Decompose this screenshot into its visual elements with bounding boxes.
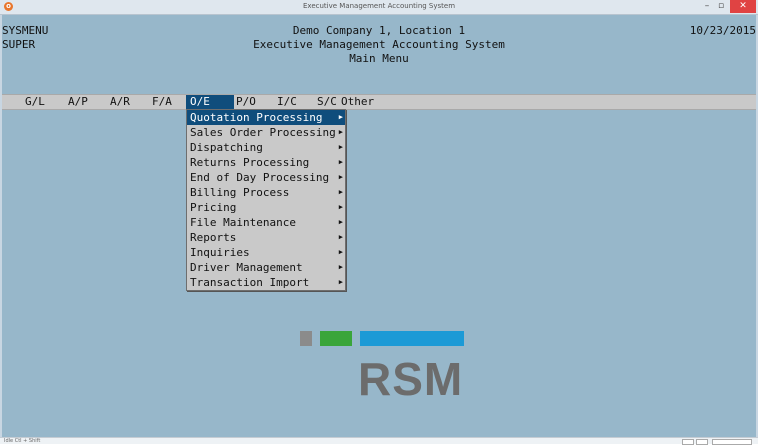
menu-item-file-maintenance[interactable]: File Maintenance ▶ — [187, 215, 345, 230]
menu-ap[interactable]: A/P — [64, 95, 92, 109]
submenu-arrow-icon: ▶ — [338, 248, 343, 256]
menu-item-label: Driver Management — [190, 261, 303, 274]
submenu-arrow-icon: ▶ — [338, 278, 343, 286]
menu-item-transaction-import[interactable]: Transaction Import ▶ — [187, 275, 345, 290]
submenu-arrow-icon: ▶ — [338, 173, 343, 181]
submenu-arrow-icon: ▶ — [338, 218, 343, 226]
menu-item-pricing[interactable]: Pricing ▶ — [187, 200, 345, 215]
logo-wordmark: RSM — [358, 353, 464, 405]
menu-other[interactable]: Other — [337, 95, 378, 109]
menu-title: Main Menu — [349, 52, 409, 65]
menu-ar[interactable]: A/R — [106, 95, 134, 109]
window-title: Executive Management Accounting System — [302, 2, 456, 10]
minimize-button[interactable]: – — [700, 0, 714, 13]
menu-item-inquiries[interactable]: Inquiries ▶ — [187, 245, 345, 260]
logo-blue-block — [360, 331, 464, 346]
status-text: Idle Ctl + Shift — [4, 438, 41, 444]
submenu-arrow-icon: ▶ — [338, 158, 343, 166]
menu-item-label: Pricing — [190, 201, 237, 214]
logo-green-block — [320, 331, 352, 346]
menu-item-end-of-day-processing[interactable]: End of Day Processing ▶ — [187, 170, 345, 185]
menu-po[interactable]: P/O — [232, 95, 260, 109]
menu-item-dispatching[interactable]: Dispatching ▶ — [187, 140, 345, 155]
menu-item-label: File Maintenance — [190, 216, 296, 229]
close-button[interactable]: ✕ — [730, 0, 756, 13]
oe-dropdown-menu: Quotation Processing ▶ Sales Order Proces… — [186, 109, 346, 291]
menu-item-returns-processing[interactable]: Returns Processing ▶ — [187, 155, 345, 170]
rsm-logo: RSM — [300, 330, 470, 410]
menu-item-quotation-processing[interactable]: Quotation Processing ▶ — [187, 110, 345, 125]
maximize-button[interactable]: ▫ — [714, 0, 728, 13]
app-window: o Executive Management Accounting System… — [0, 0, 758, 445]
menu-oe[interactable]: O/E — [186, 95, 234, 109]
submenu-arrow-icon: ▶ — [338, 233, 343, 241]
title-bar: o Executive Management Accounting System… — [0, 0, 758, 15]
system-name: Executive Management Accounting System — [253, 38, 505, 51]
menu-item-label: Billing Process — [190, 186, 290, 199]
menu-ic[interactable]: I/C — [273, 95, 301, 109]
menu-item-sales-order-processing[interactable]: Sales Order Processing ▶ — [187, 125, 345, 140]
submenu-arrow-icon: ▶ — [338, 143, 343, 151]
menu-item-label: Inquiries — [190, 246, 250, 259]
terminal-area: SYSMENU SUPER Demo Company 1, Location 1… — [2, 15, 756, 441]
menu-item-billing-process[interactable]: Billing Process ▶ — [187, 185, 345, 200]
menu-item-label: Reports — [190, 231, 237, 244]
status-box — [682, 439, 694, 445]
submenu-arrow-icon: ▶ — [338, 113, 343, 121]
submenu-arrow-icon: ▶ — [338, 203, 343, 211]
submenu-arrow-icon: ▶ — [338, 188, 343, 196]
menu-fa[interactable]: F/A — [148, 95, 176, 109]
menu-item-label: Transaction Import — [190, 276, 310, 289]
submenu-arrow-icon: ▶ — [338, 263, 343, 271]
menu-item-label: Sales Order Processing — [190, 126, 336, 139]
menu-item-reports[interactable]: Reports ▶ — [187, 230, 345, 245]
status-box — [712, 439, 752, 445]
main-menubar: G/L A/P A/R F/A O/E P/O I/C S/C Other — [2, 94, 756, 110]
menu-item-label: End of Day Processing — [190, 171, 330, 184]
system-date: 10/23/2015 — [689, 24, 756, 37]
menu-item-label: Returns Processing — [190, 156, 310, 169]
menu-item-label: Quotation Processing — [190, 111, 323, 124]
menu-item-label: Dispatching — [190, 141, 263, 154]
logo-gray-block — [300, 331, 312, 346]
submenu-arrow-icon: ▶ — [338, 128, 343, 136]
status-box — [696, 439, 708, 445]
menu-gl[interactable]: G/L — [21, 95, 49, 109]
menu-item-driver-management[interactable]: Driver Management ▶ — [187, 260, 345, 275]
company-name: Demo Company 1, Location 1 — [292, 24, 466, 37]
